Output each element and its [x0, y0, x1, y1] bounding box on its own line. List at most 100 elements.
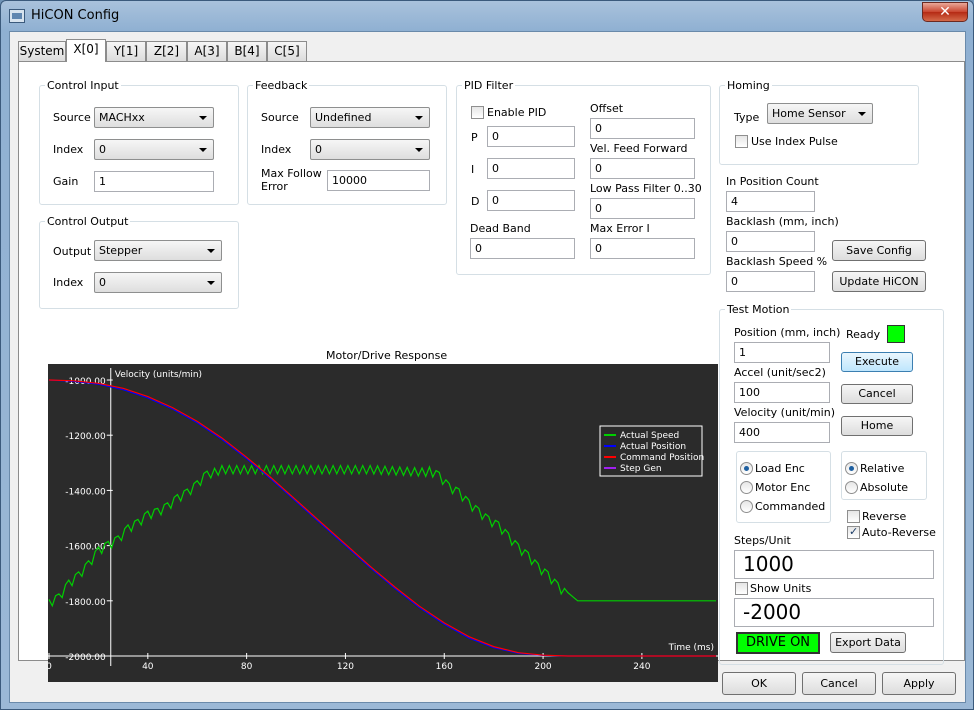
pid-i-label: I	[471, 163, 475, 176]
fb-source-value: Undefined	[315, 111, 372, 124]
save-config-button[interactable]: Save Config	[832, 240, 926, 261]
pid-d-label: D	[471, 195, 480, 208]
chevron-down-icon	[199, 148, 207, 152]
pid-d-input[interactable]: 0	[487, 190, 575, 211]
tab-y1[interactable]: Y[1]	[106, 41, 146, 61]
co-index-select[interactable]: 0	[94, 272, 222, 293]
home-button[interactable]: Home	[841, 416, 913, 436]
tm-cancel-button[interactable]: Cancel	[841, 384, 913, 404]
series-line-0	[48, 463, 716, 608]
index-pulse-checkbox[interactable]	[735, 135, 748, 148]
steps-unit-label: Steps/Unit	[734, 534, 791, 547]
pid-p-input[interactable]: 0	[487, 126, 575, 147]
ci-index-select[interactable]: 0	[94, 139, 214, 160]
fb-source-select[interactable]: Undefined	[310, 107, 430, 128]
backlash-speed-label: Backlash Speed %	[726, 255, 828, 268]
ci-gain-input[interactable]: 1	[94, 171, 214, 192]
fb-max-follow-label-1: Max Follow	[261, 167, 322, 180]
enable-pid-label: Enable PID	[487, 106, 547, 119]
tm-velocity-label: Velocity (unit/min)	[734, 406, 835, 419]
apply-button[interactable]: Apply	[882, 672, 956, 695]
lpf-label: Low Pass Filter 0..30	[590, 182, 702, 195]
y-tick-label: -1800.00	[65, 598, 106, 608]
ci-source-label: Source	[53, 111, 91, 124]
tm-velocity-input[interactable]: 400	[734, 422, 830, 443]
chevron-down-icon	[199, 116, 207, 120]
enable-pid-checkbox[interactable]	[471, 106, 484, 119]
update-hicon-button[interactable]: Update HiCON	[832, 271, 926, 292]
co-output-select[interactable]: Stepper	[94, 240, 222, 261]
cancel-button[interactable]: Cancel	[802, 672, 876, 695]
lpf-input[interactable]: 0	[590, 198, 695, 219]
backlash-input[interactable]: 0	[726, 231, 815, 252]
tab-system[interactable]: System	[18, 41, 66, 61]
co-index-label: Index	[53, 276, 84, 289]
legend-entry: Actual Position	[620, 442, 686, 452]
tab-c5[interactable]: C[5]	[267, 41, 307, 61]
backlash-speed-input[interactable]: 0	[726, 271, 815, 292]
steps-unit-input[interactable]: 1000	[734, 550, 934, 579]
vff-input[interactable]: 0	[590, 158, 695, 179]
tab-a3[interactable]: A[3]	[187, 41, 227, 61]
auto-reverse-checkbox[interactable]	[847, 525, 860, 539]
y-tick-label: -1200.00	[65, 432, 106, 442]
co-output-label: Output	[53, 245, 92, 258]
x-tick-label: 120	[337, 662, 354, 672]
fb-max-follow-label-2: Error	[261, 180, 288, 193]
tab-z2[interactable]: Z[2]	[146, 41, 187, 61]
x-tick-label: 80	[241, 662, 253, 672]
chevron-down-icon	[207, 249, 215, 253]
radio-relative[interactable]	[845, 462, 858, 475]
export-data-button[interactable]: Export Data	[830, 632, 906, 653]
radio-absolute-label: Absolute	[860, 481, 909, 494]
client-area: System X[0] Y[1] Z[2] A[3] B[4] C[5] Con…	[9, 31, 966, 703]
y-tick-label: -1400.00	[65, 487, 106, 497]
pid-title: PID Filter	[462, 79, 516, 92]
motor-response-chart: -1000.00 -1200.00 -1400.00 -1600.00 -1800.00…	[46, 364, 718, 682]
fb-max-follow-input[interactable]: 10000	[327, 170, 430, 191]
x-tick-label: 200	[534, 662, 551, 672]
fb-index-value: 0	[315, 143, 322, 156]
tab-x0[interactable]: X[0]	[66, 39, 106, 62]
radio-commanded[interactable]	[740, 500, 753, 513]
ready-indicator	[887, 325, 905, 343]
reverse-checkbox[interactable]	[847, 510, 860, 523]
offset-input[interactable]: 0	[590, 118, 695, 139]
title-bar[interactable]: HiCON Config ✕	[1, 1, 974, 31]
ci-source-select[interactable]: MACHxx	[94, 107, 214, 128]
chevron-down-icon	[415, 116, 423, 120]
max-error-input[interactable]: 0	[590, 238, 695, 259]
drive-on-button[interactable]: DRIVE ON	[736, 632, 820, 654]
pid-p-label: P	[471, 131, 478, 144]
chart-title: Motor/Drive Response	[326, 349, 448, 362]
radio-absolute[interactable]	[845, 481, 858, 494]
homing-type-select[interactable]: Home Sensor	[767, 103, 873, 124]
x-tick-label: 0	[48, 662, 52, 672]
chevron-down-icon	[858, 112, 866, 116]
close-button[interactable]: ✕	[922, 2, 968, 22]
execute-button[interactable]: Execute	[841, 352, 913, 372]
fb-index-select[interactable]: 0	[310, 139, 430, 160]
homing-type-value: Home Sensor	[772, 107, 846, 120]
position-readout: -2000	[734, 598, 934, 627]
co-index-value: 0	[99, 276, 106, 289]
control-output-title: Control Output	[45, 215, 131, 228]
chevron-down-icon	[207, 281, 215, 285]
show-units-checkbox[interactable]	[735, 582, 748, 595]
ok-button[interactable]: OK	[722, 672, 796, 695]
dead-band-label: Dead Band	[470, 222, 531, 235]
dead-band-input[interactable]: 0	[470, 238, 575, 259]
tab-panel: Control Input Source MACHxx Index 0 Gain…	[18, 61, 965, 682]
tm-accel-input[interactable]: 100	[734, 382, 830, 403]
homing-type-label: Type	[734, 111, 760, 124]
tab-b4[interactable]: B[4]	[227, 41, 267, 61]
in-position-input[interactable]: 4	[726, 191, 815, 212]
radio-load-enc[interactable]	[740, 462, 753, 475]
ready-label: Ready	[846, 328, 881, 341]
radio-commanded-label: Commanded	[755, 500, 826, 513]
pid-i-input[interactable]: 0	[487, 158, 575, 179]
control-output-group	[39, 221, 239, 309]
radio-motor-enc[interactable]	[740, 481, 753, 494]
tm-position-input[interactable]: 1	[734, 342, 830, 363]
tm-position-label: Position (mm, inch)	[734, 326, 841, 339]
